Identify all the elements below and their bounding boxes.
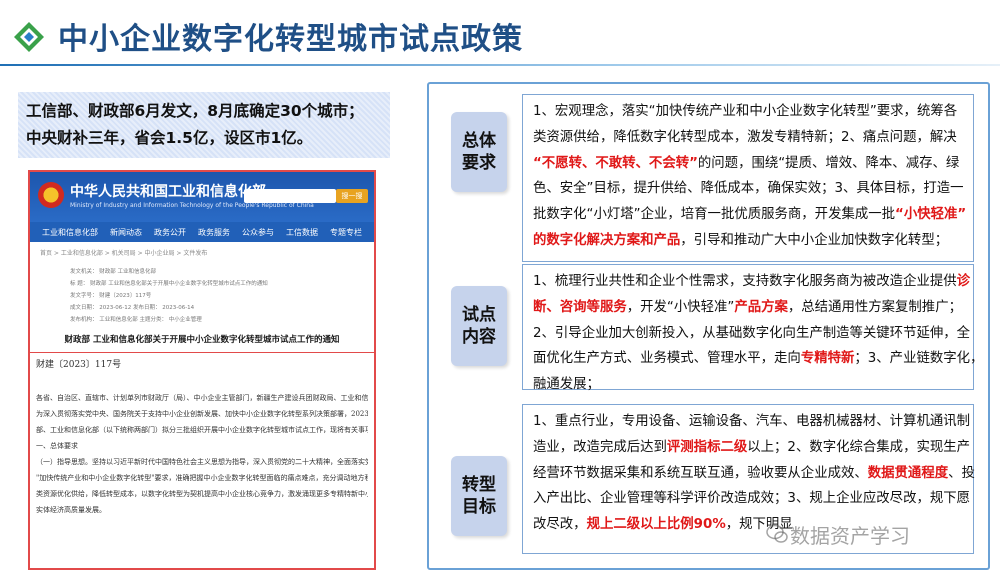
summary-box: 工信部、财政部6月发文，8月底确定30个城市； 中央财补三年，省会1.5亿，设区… bbox=[18, 92, 390, 158]
body-text: 、投 bbox=[948, 465, 975, 481]
highlight-text: 的数字化解决方案和产品 bbox=[533, 232, 681, 248]
title-divider bbox=[0, 64, 1000, 66]
highlight-text: “不愿转、不敢转、不会转” bbox=[533, 155, 698, 171]
nav-item[interactable]: 专题专栏 bbox=[330, 227, 362, 238]
site-search-button[interactable]: 搜一搜 bbox=[336, 189, 368, 203]
body-text: 的问题，围绕“提质、增效、降本、减存、绿 bbox=[697, 155, 960, 171]
document-meta: 发文机关： 财政部 工业和信息化部 标 题： 财政部 工业和信息化部关于开展中小… bbox=[30, 263, 374, 327]
highlight-text: 断、咨询等服务 bbox=[533, 299, 627, 315]
body-text: 造业，改造完成后达到 bbox=[533, 439, 667, 455]
ministry-name: 中华人民共和国工业和信息化部 bbox=[70, 184, 266, 200]
body-text: ，引导和推动广大中小企业加快数字化转型； bbox=[680, 232, 949, 248]
body-text: 1、梳理行业共性和企业个性需求，支持数字化服务商为被改造企业提供 bbox=[533, 274, 957, 289]
section-line: 造业，改造完成后达到评测指标二级以上；2、数字化综合集成，实现生产 bbox=[533, 435, 970, 461]
title-bar: 中小企业数字化转型城市试点政策 bbox=[0, 0, 1000, 66]
meta-row: 发文机关： 财政部 工业和信息化部 bbox=[70, 269, 156, 275]
body-text: 融通发展； bbox=[533, 377, 600, 393]
body-paragraph: 部、工业和信息化部（以下统称两部门）拟分三批组织开展中小企业数字化转型城市试点工… bbox=[36, 426, 368, 434]
highlight-text: “小快轻准” bbox=[895, 207, 967, 223]
section-line: 2、引导企业加大创新投入，从基础数字化向生产制造等关键环节延伸，全 bbox=[533, 321, 970, 347]
nav-item[interactable]: 政务服务 bbox=[198, 227, 230, 238]
ministry-name-en: Ministry of Industry and Information Tec… bbox=[70, 202, 314, 209]
nav-item[interactable]: 新闻动态 bbox=[110, 227, 142, 238]
nav-item[interactable]: 公众参与 bbox=[242, 227, 274, 238]
body-text: 1、重点行业，专用设备、运输设备、汽车、电器机械器材、计算机通讯制 bbox=[533, 414, 971, 429]
breadcrumb: 首页 > 工业和信息化部 > 机关司局 > 中小企业局 > 文件发布 bbox=[40, 250, 208, 257]
meta-row: 发布机构： 工业和信息化部 主题分类： 中小企业管理 bbox=[70, 317, 202, 323]
nav-item[interactable]: 政务公开 bbox=[154, 227, 186, 238]
section-line: 面优化生产方式、业务模式、管理水平，走向专精特新；3、产业链数字化， bbox=[533, 346, 983, 372]
section-line: 1、梳理行业共性和企业个性需求，支持数字化服务商为被改造企业提供诊 bbox=[533, 269, 970, 295]
section-line: 色、安全”目标，提升供给、降低成本，确保实效；3、具体目标，打造一 bbox=[533, 176, 964, 202]
ministry-nav: 工业和信息化部 新闻动态 政务公开 政务服务 公众参与 工信数据 专题专栏 bbox=[30, 222, 374, 242]
diamond-logo-icon bbox=[14, 22, 44, 52]
meta-row: 成文日期： 2023-06-12 发布日期： 2023-06-14 bbox=[70, 305, 195, 311]
highlight-text: 数据贯通程度 bbox=[867, 465, 949, 481]
body-text: 改尽改， bbox=[533, 517, 587, 533]
body-text: ；3、产业链数字化， bbox=[854, 351, 984, 367]
body-text: 以上；2、数字化综合集成，实现生产 bbox=[747, 439, 971, 455]
body-paragraph: 类资源优化供给，降低转型成本，以数字化转型为契机提高中小企业核心竞争力，激发涌现… bbox=[36, 490, 368, 498]
section-label-content: 试点内容 bbox=[451, 286, 507, 366]
section-line: 类资源供给，降低数字化转型成本，激发专精特新；2、痛点问题，解决 bbox=[533, 125, 963, 151]
body-paragraph: 为深入贯彻落实党中央、国务院关于支持中小企业创新发展、加快中小企业数字化转型系列… bbox=[36, 410, 368, 418]
section-line: “不愿转、不敢转、不会转”的问题，围绕“提质、增效、降本、减存、绿 bbox=[533, 151, 963, 177]
body-paragraph: 各省、自治区、直辖市、计划单列市财政厅（局）、中小企业主管部门，新疆生产建设兵团… bbox=[36, 394, 368, 402]
body-text: 类资源供给，降低数字化转型成本，激发专精特新；2、痛点问题，解决 bbox=[533, 129, 957, 145]
section-line: 的数字化解决方案和产品，引导和推动广大中小企业加快数字化转型； bbox=[533, 228, 963, 254]
document-number: 财建〔2023〕117号 bbox=[36, 360, 122, 370]
section-line: 1、宏观理念，落实“加快传统产业和中小企业数字化转型”要求，统筹各 bbox=[533, 99, 963, 125]
policy-details-panel: 总体要求 1、宏观理念，落实“加快传统产业和中小企业数字化转型”要求，统筹各 类资… bbox=[427, 82, 990, 570]
body-text: 2、引导企业加大创新投入，从基础数字化向生产制造等关键环节延伸，全 bbox=[533, 325, 971, 341]
section-label-goals: 转型目标 bbox=[451, 456, 507, 536]
body-text: 1、宏观理念，落实“加快传统产业和中小企业数字化转型”要求，统筹各 bbox=[533, 104, 958, 119]
section-label-requirements: 总体要求 bbox=[451, 112, 507, 192]
body-paragraph: "加快传统产业和中小企业数字化转型"要求，准确把握中小企业数字化转型面临的痛点难… bbox=[36, 474, 368, 482]
section-line: 1、重点行业，专用设备、运输设备、汽车、电器机械器材、计算机通讯制 bbox=[533, 409, 970, 435]
section-line: 经营环节数据采集和系统互联互通，验收要从企业成效、数据贯通程度、投 bbox=[533, 461, 975, 487]
body-text: 色、安全”目标，提升供给、降低成本，确保实效；3、具体目标，打造一 bbox=[533, 181, 964, 197]
meta-row: 标 题： 财政部 工业和信息化部关于开展中小企业数字化转型城市试点工作的通知 bbox=[70, 281, 268, 287]
ministry-header: 中华人民共和国工业和信息化部 Ministry of Industry and … bbox=[30, 172, 374, 222]
nav-item[interactable]: 工业和信息化部 bbox=[42, 227, 98, 238]
policy-document-screenshot: 中华人民共和国工业和信息化部 Ministry of Industry and … bbox=[28, 170, 376, 570]
notice-title: 财政部 工业和信息化部关于开展中小企业数字化转型城市试点工作的通知 bbox=[64, 335, 340, 345]
body-paragraph: 一、总体要求 bbox=[36, 442, 78, 450]
section-line: 断、咨询等服务，开发“小快轻准”产品方案，总结通用性方案复制推广； bbox=[533, 295, 963, 321]
watermark-text: 数据资产学习 bbox=[790, 524, 910, 548]
section-line: 入产出比、企业管理等科学评价改造成效；3、规上企业应改尽改，规下愿 bbox=[533, 486, 970, 512]
page-title: 中小企业数字化转型城市试点政策 bbox=[58, 22, 523, 57]
highlight-text: 产品方案 bbox=[734, 299, 788, 315]
highlight-text: 诊 bbox=[956, 274, 971, 289]
body-paragraph: 实体经济高质量发展。 bbox=[36, 506, 106, 514]
section-box-requirements: 1、宏观理念，落实“加快传统产业和中小企业数字化转型”要求，统筹各 类资源供给，降… bbox=[522, 94, 974, 262]
notice-body: 各省、自治区、直辖市、计划单列市财政厅（局）、中小企业主管部门，新疆生产建设兵团… bbox=[30, 370, 374, 518]
body-text: 入产出比、企业管理等科学评价改造成效；3、规上企业应改尽改，规下愿 bbox=[533, 491, 971, 507]
summary-line-2: 中央财补三年，省会1.5亿，设区市1亿。 bbox=[26, 129, 313, 147]
red-divider bbox=[30, 352, 374, 353]
wechat-icon bbox=[766, 524, 788, 543]
section-line: 融通发展； bbox=[533, 372, 963, 398]
national-emblem-icon bbox=[38, 182, 64, 208]
site-search-input[interactable] bbox=[244, 189, 336, 203]
summary-line-1: 工信部、财政部6月发文，8月底确定30个城市； bbox=[26, 102, 364, 120]
section-box-content: 1、梳理行业共性和企业个性需求，支持数字化服务商为被改造企业提供诊 断、咨询等服务… bbox=[522, 264, 983, 392]
highlight-text: 规上二级以上比例90% bbox=[586, 517, 726, 533]
nav-item[interactable]: 工信数据 bbox=[286, 227, 318, 238]
body-text: 经营环节数据采集和系统互联互通，验收要从企业成效、 bbox=[533, 465, 868, 481]
body-paragraph: （一）指导思想。坚持以习近平新时代中国特色社会主义思想为指导，深入贯彻党的二十大… bbox=[36, 458, 368, 466]
highlight-text: 评测指标二级 bbox=[666, 439, 748, 455]
body-text: 批数字化“小灯塔”企业，培育一批优质服务商，开发集成一批 bbox=[533, 207, 896, 223]
meta-row: 发文字号： 财建〔2023〕117号 bbox=[70, 293, 152, 299]
body-text: ，总结通用性方案复制推广； bbox=[787, 299, 962, 315]
highlight-text: 专精特新 bbox=[800, 351, 855, 367]
body-text: 面优化生产方式、业务模式、管理水平，走向 bbox=[533, 351, 801, 367]
section-line: 批数字化“小灯塔”企业，培育一批优质服务商，开发集成一批“小快轻准” bbox=[533, 202, 967, 228]
body-text: ，开发“小快轻准” bbox=[626, 299, 735, 315]
